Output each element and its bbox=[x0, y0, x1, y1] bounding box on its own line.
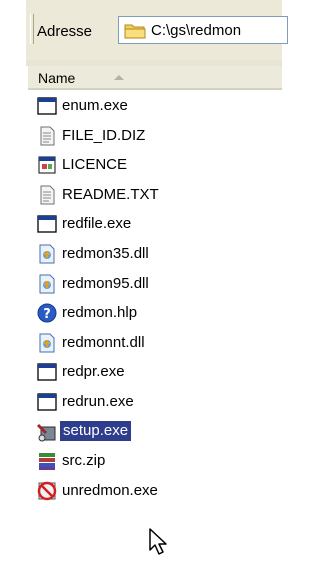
file-list: Name enum.exe FILE_ID.DIZ LICENCE README.TX… bbox=[26, 66, 282, 583]
file-name: src.zip bbox=[62, 452, 106, 470]
exe-window-icon bbox=[37, 215, 57, 234]
file-name: README.TXT bbox=[62, 185, 159, 203]
toolbar-grip[interactable] bbox=[30, 14, 34, 44]
help-icon: ? bbox=[37, 303, 57, 323]
text-document-icon bbox=[40, 126, 55, 146]
file-name: redpr.exe bbox=[62, 363, 125, 381]
svg-text:?: ? bbox=[43, 307, 51, 322]
address-path: C:\gs\redmon bbox=[151, 22, 242, 39]
file-name: redrun.exe bbox=[62, 393, 134, 410]
text-document-icon bbox=[40, 185, 55, 205]
address-field[interactable]: C:\gs\redmon bbox=[118, 16, 288, 44]
exe-window-icon bbox=[37, 363, 57, 382]
setup-icon bbox=[36, 423, 56, 442]
file-name: redmonnt.dll bbox=[62, 333, 145, 351]
file-name: LICENCE bbox=[62, 156, 128, 174]
file-name: redfile.exe bbox=[62, 215, 132, 233]
zip-archive-icon bbox=[39, 453, 55, 471]
file-name: setup.exe bbox=[60, 420, 132, 441]
dll-icon bbox=[39, 333, 55, 353]
sort-ascending-icon bbox=[114, 75, 124, 80]
explorer-window: Adresse C:\gs\redmon Name enum.exe FILE_I… bbox=[0, 0, 288, 583]
file-name: redmon95.dll bbox=[62, 274, 149, 292]
file-name: redmon35.dll bbox=[62, 245, 149, 262]
generic-file-icon bbox=[38, 156, 56, 174]
column-header-label: Name bbox=[38, 70, 76, 86]
exe-window-icon bbox=[37, 97, 57, 115]
dll-icon bbox=[39, 244, 55, 264]
left-edge bbox=[0, 0, 26, 583]
file-name: FILE_ID.DIZ bbox=[62, 126, 146, 144]
address-label: Adresse bbox=[37, 23, 93, 40]
dll-icon bbox=[39, 274, 55, 294]
file-name: enum.exe bbox=[62, 97, 128, 114]
folder-icon bbox=[124, 24, 146, 39]
header-divider bbox=[28, 90, 282, 91]
uninstall-icon bbox=[37, 481, 57, 501]
column-header-name[interactable]: Name bbox=[28, 66, 282, 90]
exe-window-icon bbox=[37, 393, 57, 411]
mouse-cursor-icon bbox=[149, 528, 167, 555]
file-name: unredmon.exe bbox=[62, 481, 158, 499]
file-name: redmon.hlp bbox=[62, 304, 138, 322]
